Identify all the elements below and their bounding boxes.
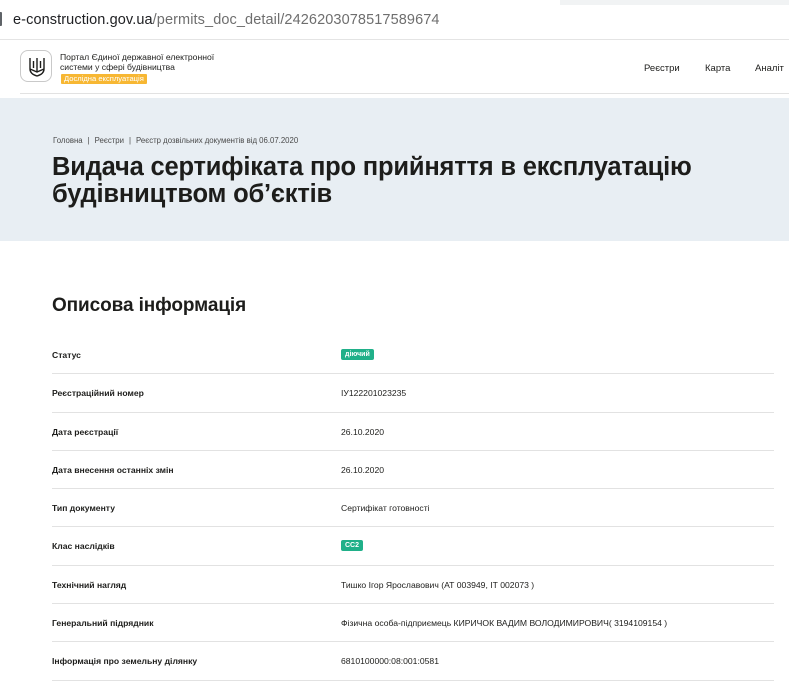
row-value: Сертифікат готовності (341, 503, 430, 514)
breadcrumb-home[interactable]: Головна (53, 136, 83, 145)
section-title: Описова інформація (52, 295, 247, 316)
table-row-technical-supervision: Технічний нагляд Тишко Ігор Ярославович … (52, 566, 774, 605)
info-table: Статус діючий Реєстраційний номер ІУ1222… (52, 336, 774, 681)
trident-icon (29, 58, 45, 77)
portal-title-text: Портал Єдиної державної електронної сист… (60, 52, 215, 73)
browser-address-bar[interactable]: e-construction.gov.ua/permits_doc_detail… (0, 0, 789, 40)
row-value: 26.10.2020 (341, 464, 385, 475)
breadcrumb-registries[interactable]: Реєстри (95, 136, 124, 145)
table-row-land-plot: Інформація про земельну ділянку 68101000… (52, 642, 774, 681)
lock-icon (0, 12, 2, 26)
row-value: 6810100000:08:001:0581 (341, 656, 439, 667)
nav-registries[interactable]: Реєстри (644, 63, 680, 74)
site-header: Портал Єдиної державної електронної сист… (0, 40, 789, 98)
page-title: Видача сертифіката про прийняття в експл… (52, 154, 692, 208)
row-label: Дата внесення останніх змін (52, 464, 174, 475)
breadcrumb-current[interactable]: Реєстр дозвільних документів від 06.07.2… (136, 136, 298, 145)
table-row-consequence-class: Клас наслідків СС2 (52, 527, 774, 566)
row-label: Клас наслідків (52, 541, 115, 552)
url-path: /permits_doc_detail/2426203078517589674 (152, 12, 440, 28)
nav-map[interactable]: Карта (705, 63, 730, 74)
header-divider (20, 93, 789, 94)
table-row-registration-number: Реєстраційний номер ІУ122201023235 (52, 374, 774, 413)
row-label: Технічний нагляд (52, 579, 127, 590)
row-label: Генеральний підрядник (52, 618, 154, 629)
row-label: Реєстраційний номер (52, 388, 144, 399)
row-value: Фізична особа-підприємець КИРИЧОК ВАДИМ … (341, 618, 668, 629)
status-badge: діючий (341, 349, 374, 360)
breadcrumb-separator: | (129, 136, 132, 145)
nav-analytics[interactable]: Аналіт (755, 63, 784, 74)
row-label: Інформація про земельну ділянку (52, 656, 198, 667)
portal-logo[interactable] (20, 50, 52, 82)
table-row-document-type: Тип документу Сертифікат готовності (52, 489, 774, 528)
row-label: Дата реєстрації (52, 426, 119, 437)
toolbar-strip (560, 0, 789, 5)
table-row-status: Статус діючий (52, 336, 774, 375)
row-value: 26.10.2020 (341, 426, 385, 437)
url-domain: e-construction.gov.ua (13, 12, 153, 28)
table-row-last-change-date: Дата внесення останніх змін 26.10.2020 (52, 451, 774, 490)
page-title-line-2: будівництвом об’єктів (52, 180, 332, 208)
hero-banner: Головна | Реєстри | Реєстр дозвільних докуме… (0, 98, 789, 241)
row-value: Тишко Ігор Ярославович (АТ 003949, ІТ 00… (341, 579, 535, 590)
breadcrumb-separator: | (87, 136, 90, 145)
consequence-class-badge: СС2 (341, 540, 364, 552)
breadcrumb: Головна | Реєстри | Реєстр дозвільних докуме… (53, 136, 298, 145)
table-row-registration-date: Дата реєстрації 26.10.2020 (52, 413, 774, 451)
row-label: Статус (52, 350, 81, 360)
portal-title[interactable]: Портал Єдиної державної електронної сист… (60, 52, 230, 84)
beta-badge: Дослідна експлуатація (61, 73, 147, 84)
table-row-general-contractor: Генеральний підрядник Фізична особа-підп… (52, 604, 774, 643)
row-label: Тип документу (52, 503, 115, 514)
page-title-line-1: Видача сертифіката про прийняття в експл… (52, 153, 692, 181)
row-value: ІУ122201023235 (341, 388, 407, 399)
url-text[interactable]: e-construction.gov.ua/permits_doc_detail… (13, 12, 440, 28)
